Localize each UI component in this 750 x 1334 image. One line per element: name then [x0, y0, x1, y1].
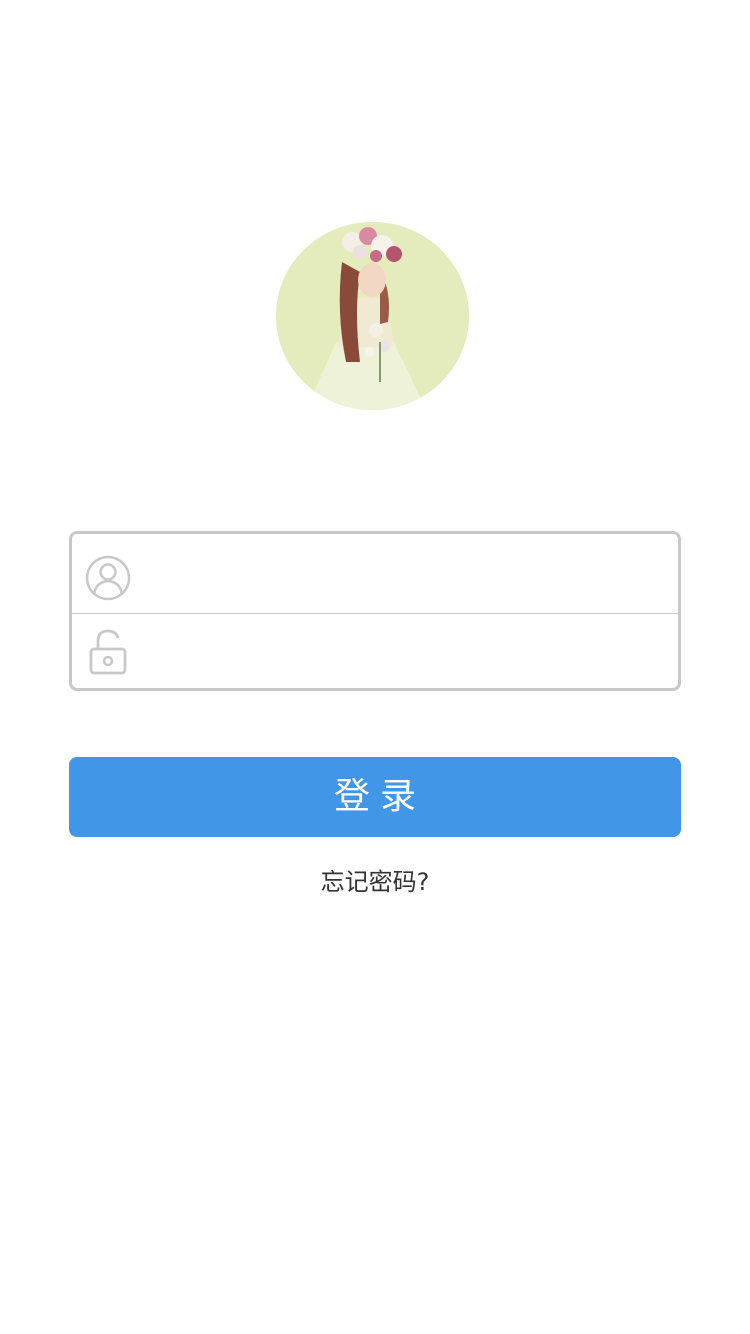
password-input[interactable]: [152, 624, 662, 682]
login-button[interactable]: 登录: [69, 757, 681, 837]
username-input[interactable]: [152, 544, 662, 602]
username-row: [72, 534, 678, 613]
password-row: [72, 614, 678, 691]
avatar-image: [276, 222, 469, 410]
forgot-password-link[interactable]: 忘记密码?: [0, 866, 750, 898]
login-form: [69, 531, 681, 691]
avatar: [276, 222, 469, 410]
user-icon: [84, 554, 132, 602]
unlocked-padlock-icon: [84, 627, 132, 675]
